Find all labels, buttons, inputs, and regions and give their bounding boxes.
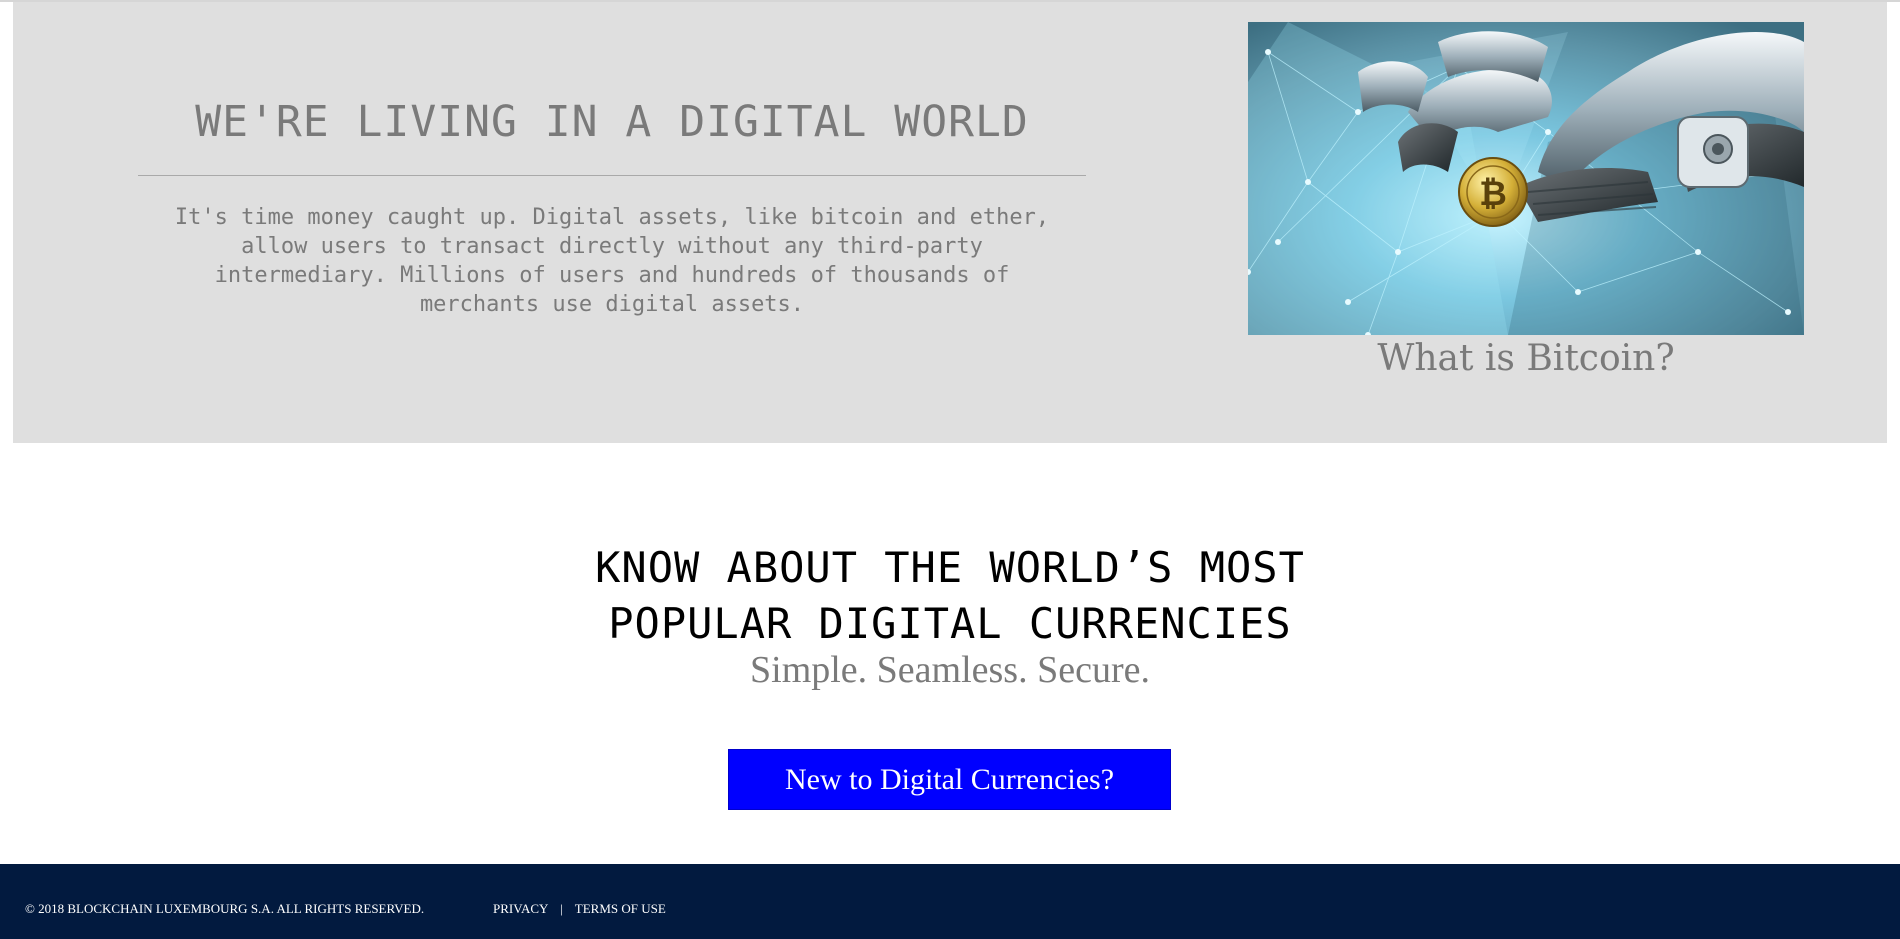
copyright-text: © 2018 BLOCKCHAIN LUXEMBOURG S.A. ALL RI… xyxy=(25,901,425,916)
terms-of-use-link[interactable]: TERMS OF USE xyxy=(575,901,666,916)
hero-title: WE'RE LIVING IN A DIGITAL WORLD xyxy=(195,97,1029,147)
svg-text:₿: ₿ xyxy=(1479,174,1507,214)
promo-heading-line-2: POPULAR DIGITAL CURRENCIES xyxy=(608,599,1292,648)
privacy-link[interactable]: PRIVACY xyxy=(493,901,548,916)
footer-separator: | xyxy=(560,901,563,916)
bitcoin-feature: ₿ What is Bitcoin? xyxy=(1211,2,1887,443)
hero-divider xyxy=(138,175,1086,176)
promo-heading: KNOW ABOUT THE WORLD’S MOST POPULAR DIGI… xyxy=(450,540,1450,652)
new-to-digital-currencies-button[interactable]: New to Digital Currencies? xyxy=(728,749,1171,810)
hero-description: It's time money caught up. Digital asset… xyxy=(174,205,1050,317)
footer-links: PRIVACY | TERMS OF USE xyxy=(493,901,666,917)
hero-section: WE'RE LIVING IN A DIGITAL WORLD It's tim… xyxy=(13,2,1887,443)
promo-heading-line-1: KNOW ABOUT THE WORLD’S MOST xyxy=(595,543,1305,592)
hero-intro: WE'RE LIVING IN A DIGITAL WORLD It's tim… xyxy=(13,2,1211,443)
promo-subheading: Simple. Seamless. Secure. xyxy=(750,649,1150,691)
bitcoin-robot-hand-image[interactable]: ₿ xyxy=(1248,22,1804,335)
footer: © 2018 BLOCKCHAIN LUXEMBOURG S.A. ALL RI… xyxy=(0,864,1900,939)
what-is-bitcoin-link[interactable]: What is Bitcoin? xyxy=(1248,338,1804,379)
